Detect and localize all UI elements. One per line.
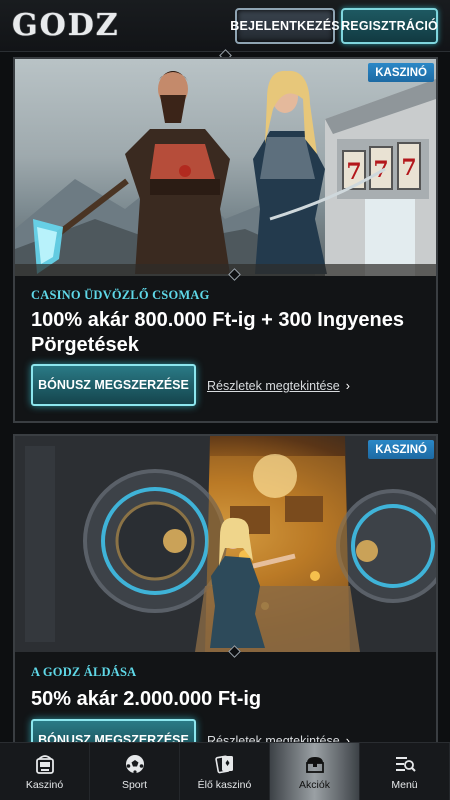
nav-item-live-casino[interactable]: Élő kaszinó	[180, 743, 270, 800]
treasure-chest-icon	[305, 756, 324, 773]
treasure-vault-illustration	[15, 436, 436, 652]
category-badge: KASZINÓ	[368, 63, 434, 82]
soccer-ball-icon	[125, 754, 144, 774]
nav-label: Akciók	[299, 778, 330, 791]
view-details-label: Részletek megtekintése	[207, 379, 340, 393]
slot-digit: 7	[401, 155, 416, 181]
casino-icon	[35, 754, 54, 774]
cards-icon	[214, 755, 233, 773]
promo-title: 100% akár 800.000 Ft-ig + 300 Ingyenes P…	[31, 309, 404, 356]
view-details-link[interactable]: Részletek megtekintése ›	[207, 379, 350, 393]
nav-label: Sport	[121, 778, 148, 791]
chevron-right-icon: ›	[345, 379, 350, 393]
nav-label: Élő kaszinó	[197, 778, 252, 791]
nav-item-casino[interactable]: Kaszinó	[0, 743, 90, 800]
nav-item-menu[interactable]: Menü	[360, 743, 450, 800]
claim-bonus-button[interactable]: BÓNUSZ MEGSZERZÉSE	[31, 364, 196, 406]
slot-digit: 7	[346, 159, 361, 185]
promo-kicker: A GODZ ÁLDÁSA	[31, 665, 137, 679]
promo-card: 7 7 7 KASZINÓ CASINO ÜDVÖZLŐ CSOMAG 100%…	[13, 57, 438, 423]
top-header: GODZ BEJELENTKEZÉS REGISZTRÁCIÓ	[0, 0, 450, 52]
register-button[interactable]: REGISZTRÁCIÓ	[341, 8, 438, 44]
godz-logo[interactable]: GODZ	[12, 8, 120, 43]
viking-warriors-illustration: 7 7 7	[15, 70, 436, 276]
nav-item-sport[interactable]: Sport	[90, 743, 180, 800]
menu-search-icon	[395, 756, 416, 772]
bottom-navigation: Kaszinó Sport Élő kaszinó Akciók Menü	[0, 742, 450, 800]
promo-title: 50% akár 2.000.000 Ft-ig	[31, 688, 262, 710]
nav-item-promotions[interactable]: Akciók	[270, 743, 360, 800]
promo-card: KASZINÓ A GODZ ÁLDÁSA 50% akár 2.000.000…	[13, 434, 438, 761]
promo-image[interactable]: 7 7 7	[15, 59, 436, 276]
nav-label: Kaszinó	[25, 778, 64, 791]
promo-image[interactable]	[15, 436, 436, 652]
nav-label: Menü	[391, 778, 418, 791]
category-badge: KASZINÓ	[368, 440, 434, 459]
promo-kicker: CASINO ÜDVÖZLŐ CSOMAG	[31, 288, 210, 302]
login-button[interactable]: BEJELENTKEZÉS	[230, 8, 340, 44]
